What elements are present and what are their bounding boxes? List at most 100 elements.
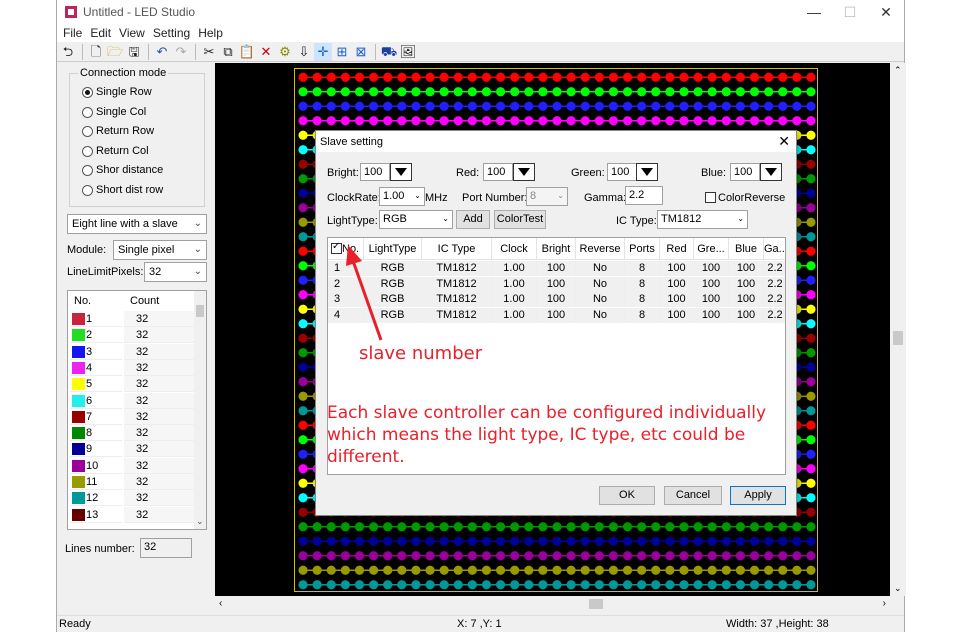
led-pixel — [340, 565, 350, 575]
menu-view[interactable]: View — [117, 24, 151, 42]
menu-help[interactable]: Help — [196, 24, 229, 42]
table-cell: 100 — [660, 261, 694, 276]
table-header[interactable]: Reverse — [576, 238, 625, 260]
gamma-field[interactable]: 2.2 — [625, 186, 663, 205]
radio-single-row[interactable]: Single Row — [82, 86, 152, 98]
horizontal-scrollbar[interactable]: ‹ › — [215, 596, 890, 613]
table-header[interactable]: IC Type — [422, 238, 492, 260]
col-header-count: Count — [130, 295, 160, 307]
radio-single-col[interactable]: Single Col — [82, 106, 146, 118]
radio-short-dist-row[interactable]: Short dist row — [82, 184, 163, 196]
minimize-button[interactable]: — — [796, 0, 832, 24]
led-pixel — [298, 246, 308, 256]
chevron-down-icon: ⌄ — [193, 218, 202, 229]
vertical-scrollbar[interactable]: ⌃ ⌄ — [890, 63, 906, 596]
dialog-close-icon[interactable]: ✕ — [778, 133, 790, 150]
lighttype-select[interactable]: RGB ⌄ — [379, 210, 453, 229]
table-header[interactable]: Ports — [625, 238, 660, 260]
bright-field[interactable]: 100 — [360, 163, 390, 181]
connect-icon[interactable]: ⚙ — [276, 43, 294, 61]
table-header[interactable]: Ga... — [764, 238, 785, 260]
menu-edit[interactable]: Edit — [88, 24, 117, 42]
ok-button[interactable]: OK — [599, 486, 655, 505]
red-dropdown-icon[interactable] — [513, 163, 535, 181]
count-list[interactable]: No. Count 1 32 2 32 3 32 4 32 5 32 6 32 7 32 8 32 9 32 10 3… — [67, 290, 207, 530]
led-pixel — [707, 522, 717, 532]
copy-icon[interactable]: ⧉ — [219, 43, 237, 61]
led-pixel — [538, 87, 548, 97]
grid-icon[interactable]: ⊞ — [333, 43, 351, 61]
line-limit-select[interactable]: 32 ⌄ — [144, 262, 207, 282]
list-item[interactable]: 2 32 — [68, 327, 196, 344]
menu-file[interactable]: File — [61, 24, 88, 42]
new-file-icon[interactable]: 🗋 — [87, 43, 105, 61]
list-item[interactable]: 8 32 — [68, 425, 196, 442]
list-item[interactable]: 10 32 — [68, 457, 196, 474]
add-button[interactable]: Add — [456, 210, 490, 229]
table-cell: 100 — [694, 307, 729, 323]
list-item[interactable]: 12 32 — [68, 490, 196, 507]
list-item[interactable]: 7 32 — [68, 408, 196, 425]
save-icon[interactable]: 🖫 — [125, 43, 143, 61]
clear-grid-icon[interactable]: ⊠ — [352, 43, 370, 61]
open-folder-icon[interactable]: 🗁 — [106, 43, 124, 61]
crosshair-icon[interactable]: ✛ — [314, 42, 332, 61]
export-icon[interactable]: ⛟ — [380, 43, 398, 61]
led-pixel — [665, 101, 675, 111]
list-item[interactable]: 6 32 — [68, 392, 196, 409]
redo-icon[interactable]: ↷ — [172, 43, 190, 61]
led-pixel — [608, 536, 619, 546]
radio-return-row[interactable]: Return Row — [82, 125, 154, 137]
paste-icon[interactable]: 📋 — [238, 43, 256, 61]
table-header[interactable]: Clock — [492, 238, 537, 260]
led-pixel — [538, 551, 548, 561]
table-header[interactable]: Bright — [537, 238, 576, 260]
table-header[interactable]: No. — [328, 238, 364, 260]
bright-dropdown-icon[interactable] — [390, 163, 412, 181]
slave-mode-select[interactable]: Eight line with a slave ⌄ — [67, 214, 207, 234]
col-header-no: No. — [74, 295, 92, 307]
led-pixel — [679, 522, 689, 532]
color-reverse-checkbox[interactable] — [705, 192, 716, 203]
red-field[interactable]: 100 — [483, 163, 513, 181]
list-item[interactable]: 3 32 — [68, 343, 196, 360]
list-item[interactable]: 11 32 — [68, 474, 196, 490]
blue-field[interactable]: 100 — [730, 163, 760, 181]
image-icon[interactable]: 🖼 — [399, 43, 417, 61]
radio-return-col[interactable]: Return Col — [82, 145, 149, 157]
list-item[interactable]: 4 32 — [68, 359, 196, 376]
list-item[interactable]: 1 32 — [68, 311, 196, 327]
cancel-button[interactable]: Cancel — [664, 486, 722, 505]
green-dropdown-icon[interactable] — [636, 163, 658, 181]
table-header[interactable]: Blue — [729, 238, 764, 260]
apply-button[interactable]: Apply — [730, 486, 786, 505]
radio-shor-distance[interactable]: Shor distance — [82, 164, 163, 176]
table-header[interactable]: Red — [660, 238, 694, 260]
undo-icon[interactable]: ↶ — [153, 43, 171, 61]
table-header[interactable]: Gre... — [694, 238, 729, 260]
led-pixel — [552, 87, 562, 97]
green-field[interactable]: 100 — [607, 163, 637, 181]
clockrate-field[interactable]: 1.00 ⌄ — [379, 187, 425, 206]
module-select[interactable]: Single pixel ⌄ — [113, 240, 207, 260]
maximize-button[interactable]: ☐ — [832, 0, 868, 24]
list-item[interactable]: 13 32 — [68, 506, 196, 523]
colortest-button[interactable]: ColorTest — [494, 210, 546, 229]
led-pixel — [778, 522, 788, 532]
close-button[interactable]: ✕ — [868, 0, 904, 24]
cut-icon[interactable]: ✂ — [200, 43, 218, 61]
menu-setting[interactable]: Setting — [151, 24, 196, 42]
ictype-select[interactable]: TM1812 ⌄ — [657, 210, 748, 229]
led-pixel — [510, 580, 520, 590]
back-icon[interactable]: ⮌ — [59, 43, 77, 61]
lines-number-field[interactable]: 32 — [140, 538, 192, 558]
led-pixel — [806, 406, 816, 416]
count-list-scrollbar[interactable]: ⌄ — [194, 291, 206, 529]
delete-icon[interactable]: ✕ — [257, 43, 275, 61]
list-item[interactable]: 9 32 — [68, 441, 196, 458]
list-item[interactable]: 5 32 — [68, 376, 196, 393]
blue-dropdown-icon[interactable] — [760, 163, 782, 181]
port-number-select[interactable]: 8 ⌄ — [526, 187, 568, 206]
move-down-icon[interactable]: ⇩ — [295, 43, 313, 61]
table-header[interactable]: LightType — [364, 238, 422, 260]
